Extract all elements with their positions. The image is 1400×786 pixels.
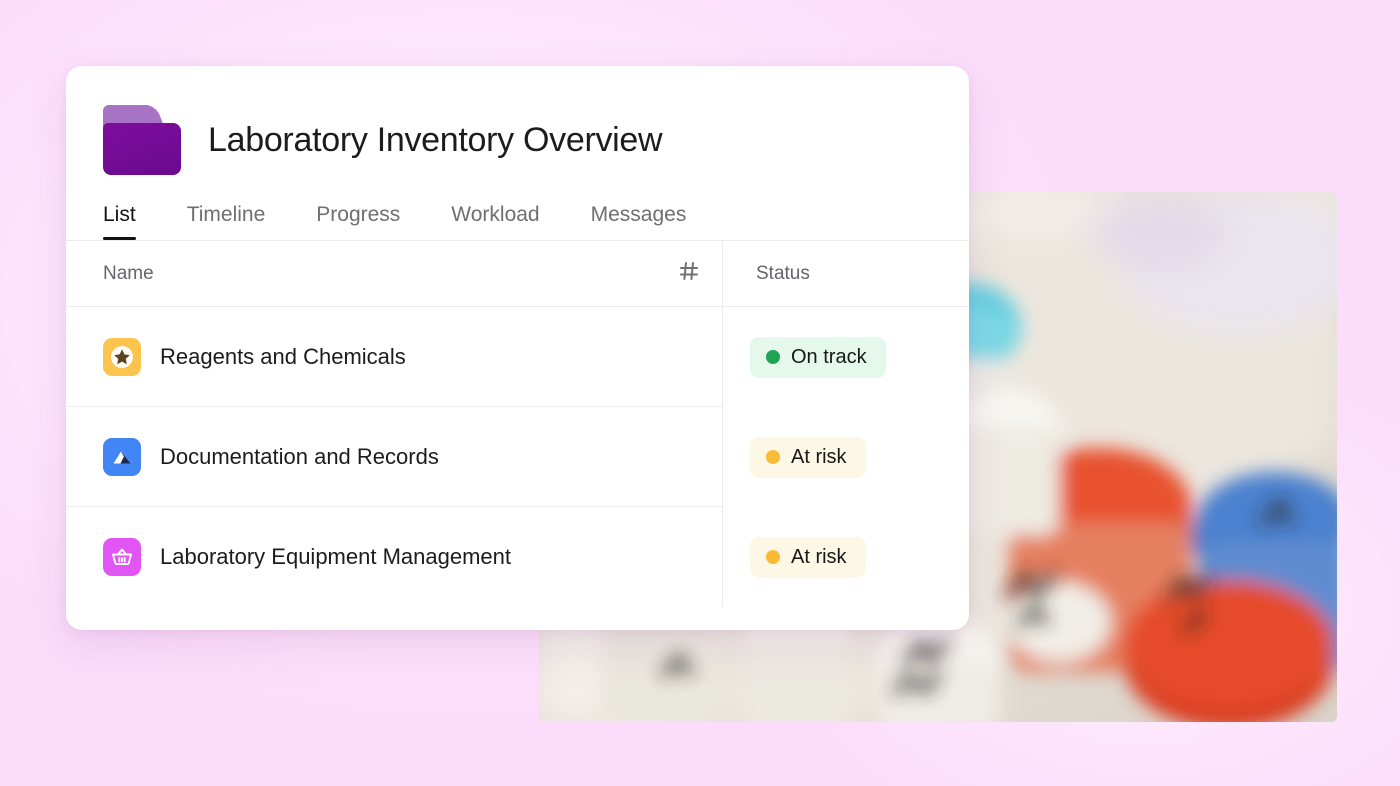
row-name-cell[interactable]: Laboratory Equipment Management bbox=[66, 507, 722, 607]
table-header-row: Name Status bbox=[66, 241, 969, 307]
status-dot-icon bbox=[766, 450, 780, 464]
tab-bar: List Timeline Progress Workload Messages bbox=[66, 178, 969, 240]
status-badge: On track bbox=[750, 336, 886, 378]
tab-timeline[interactable]: Timeline bbox=[187, 203, 266, 240]
row-name-cell[interactable]: Documentation and Records bbox=[66, 407, 722, 507]
status-badge-label: At risk bbox=[791, 545, 847, 568]
status-badge: At risk bbox=[750, 436, 866, 478]
basket-icon bbox=[103, 538, 141, 576]
status-dot-icon bbox=[766, 550, 780, 564]
hash-icon[interactable] bbox=[678, 260, 700, 287]
column-header-name[interactable]: Name bbox=[66, 241, 722, 307]
folder-icon bbox=[103, 105, 181, 175]
tab-messages[interactable]: Messages bbox=[591, 203, 687, 240]
row-status-cell[interactable]: On track bbox=[722, 307, 969, 407]
task-table: Name Status Reagents and Chemicals On tr… bbox=[66, 240, 969, 607]
row-status-cell[interactable]: At risk bbox=[722, 507, 969, 607]
star-icon bbox=[103, 337, 141, 376]
project-card: Laboratory Inventory Overview List Timel… bbox=[66, 66, 969, 630]
table-row[interactable]: Laboratory Equipment Management At risk bbox=[66, 507, 969, 607]
page-title: Laboratory Inventory Overview bbox=[208, 120, 663, 159]
row-status-cell[interactable]: At risk bbox=[722, 407, 969, 507]
column-divider bbox=[722, 241, 723, 607]
row-name-label: Documentation and Records bbox=[160, 443, 439, 469]
mountain-icon bbox=[103, 437, 141, 476]
row-name-label: Laboratory Equipment Management bbox=[160, 544, 511, 569]
tab-progress[interactable]: Progress bbox=[316, 203, 400, 240]
row-name-cell[interactable]: Reagents and Chemicals bbox=[66, 307, 722, 407]
tab-list[interactable]: List bbox=[103, 203, 136, 240]
status-dot-icon bbox=[766, 350, 780, 364]
row-name-label: Reagents and Chemicals bbox=[160, 343, 406, 369]
column-header-status[interactable]: Status bbox=[722, 241, 969, 307]
status-badge-label: On track bbox=[791, 345, 867, 368]
status-badge: At risk bbox=[750, 536, 866, 578]
column-header-name-label: Name bbox=[103, 262, 154, 284]
table-row[interactable]: Documentation and Records At risk bbox=[66, 407, 969, 507]
table-row[interactable]: Reagents and Chemicals On track bbox=[66, 307, 969, 407]
tab-workload[interactable]: Workload bbox=[451, 203, 539, 240]
status-badge-label: At risk bbox=[791, 445, 847, 468]
column-header-status-label: Status bbox=[756, 262, 810, 284]
card-header: Laboratory Inventory Overview bbox=[66, 66, 969, 178]
